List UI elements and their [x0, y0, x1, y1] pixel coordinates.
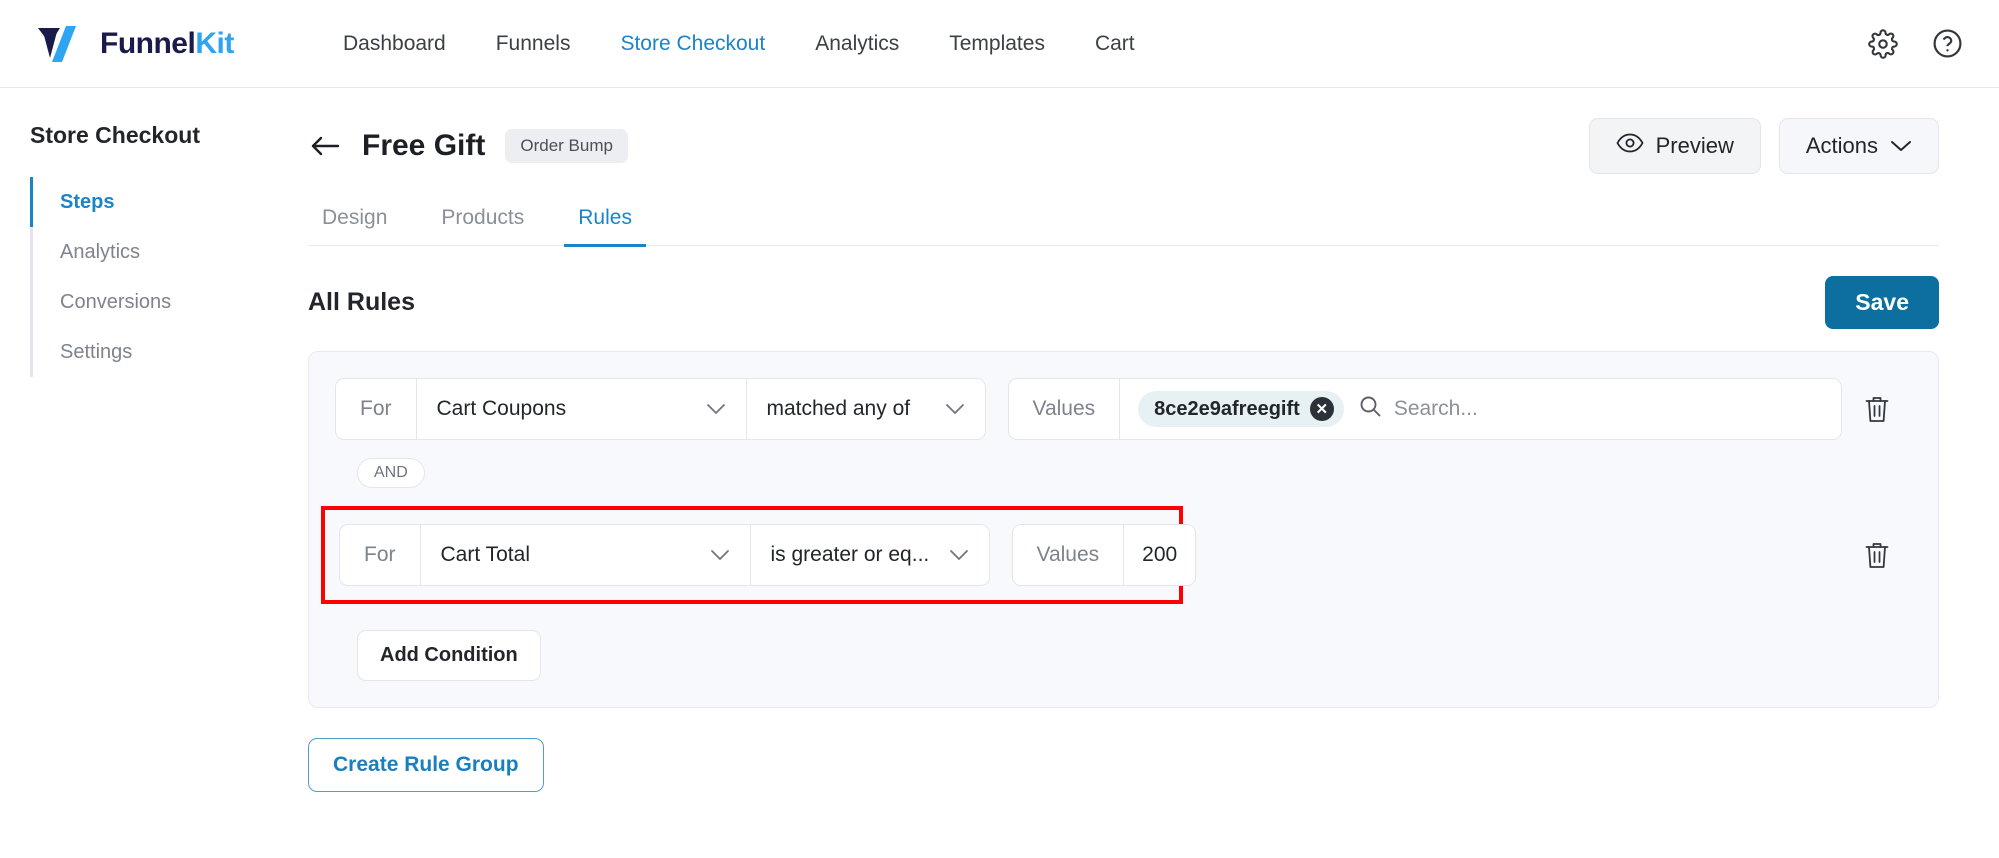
sidebar-item-settings[interactable]: Settings [30, 327, 300, 377]
help-circle-icon[interactable] [1932, 28, 1963, 59]
logo-wordmark: FunnelKit [100, 27, 234, 61]
condition-field-select[interactable]: Cart Coupons [415, 378, 746, 440]
nav-item-store-checkout[interactable]: Store Checkout [595, 22, 790, 66]
page-title: Free Gift [362, 129, 486, 162]
logo-word-kit: Kit [195, 26, 234, 60]
condition-field-select[interactable]: Cart Total [419, 524, 750, 586]
condition-operator-select[interactable]: is greater or eq... [749, 524, 990, 586]
nav-item-funnels[interactable]: Funnels [471, 22, 596, 66]
condition-operator-value: is greater or eq... [770, 543, 930, 566]
condition-controls: For Cart Coupons matched any of Values 8… [335, 378, 1842, 440]
values-input[interactable]: 200 [1123, 524, 1197, 586]
chevron-down-icon [949, 543, 969, 567]
highlight-annotation-box: For Cart Total is greater or eq... Value… [321, 506, 1197, 604]
condition-controls: For Cart Total is greater or eq... Value… [339, 524, 1197, 586]
rule-group-card: For Cart Coupons matched any of Values 8… [308, 351, 1939, 708]
values-label: Values [1011, 524, 1124, 586]
logo-word-funnel: Funnel [100, 26, 196, 60]
tab-design[interactable]: Design [308, 196, 401, 247]
top-navigation-bar: FunnelKit Dashboard Funnels Store Checko… [0, 0, 1999, 88]
sidebar-item-steps[interactable]: Steps [30, 177, 300, 227]
condition-row-wrapper: For Cart Total is greater or eq... Value… [321, 506, 1912, 604]
condition-row: For Cart Total is greater or eq... Value… [339, 524, 1197, 586]
actions-button-label: Actions [1805, 133, 1878, 158]
nav-item-templates[interactable]: Templates [924, 22, 1070, 66]
gear-icon[interactable] [1868, 28, 1898, 59]
and-badge: AND [357, 458, 425, 488]
save-button[interactable]: Save [1825, 276, 1939, 329]
condition-operator-value: matched any of [766, 397, 911, 420]
funnelkit-mark-icon [36, 24, 90, 64]
topbar-actions [1868, 28, 1963, 59]
sidebar: Store Checkout Steps Analytics Conversio… [0, 88, 300, 858]
primary-nav: Dashboard Funnels Store Checkout Analyti… [318, 22, 1160, 66]
chevron-down-icon [945, 397, 965, 421]
chevron-down-icon [710, 543, 730, 567]
eye-icon [1616, 133, 1644, 159]
values-search[interactable]: Search... [1358, 394, 1478, 424]
condition-row: For Cart Coupons matched any of Values 8… [335, 378, 1912, 440]
arrow-left-icon[interactable] [308, 132, 342, 160]
condition-field-value: Cart Coupons [436, 397, 567, 420]
for-label: For [335, 378, 416, 440]
nav-item-dashboard[interactable]: Dashboard [318, 22, 471, 66]
close-icon[interactable]: ✕ [1309, 397, 1334, 421]
add-condition-button[interactable]: Add Condition [357, 630, 541, 681]
delete-condition-button[interactable] [1842, 541, 1912, 570]
tab-products[interactable]: Products [427, 196, 538, 247]
funnelkit-logo[interactable]: FunnelKit [36, 24, 296, 64]
chevron-down-icon [1890, 133, 1912, 159]
condition-joiner: AND [335, 440, 1912, 506]
nav-item-cart[interactable]: Cart [1070, 22, 1160, 66]
rules-header: All Rules Save [308, 276, 1939, 329]
all-rules-heading: All Rules [308, 288, 415, 316]
step-tabs: Design Products Rules [308, 196, 1939, 247]
for-label: For [339, 524, 420, 586]
actions-button[interactable]: Actions [1778, 118, 1939, 174]
values-input[interactable]: 8ce2e9afreegift ✕ Search... [1119, 378, 1842, 440]
create-rule-group-button[interactable]: Create Rule Group [308, 738, 544, 792]
page-header: Free Gift Order Bump Preview Actions [300, 88, 1939, 174]
value-chip-label: 8ce2e9afreegift [1154, 397, 1300, 420]
delete-condition-button[interactable] [1842, 395, 1912, 424]
sidebar-item-analytics[interactable]: Analytics [30, 227, 300, 277]
status-badge: Order Bump [505, 129, 628, 163]
page-header-actions: Preview Actions [1588, 118, 1939, 174]
chevron-down-icon [706, 397, 726, 421]
value-chip: 8ce2e9afreegift ✕ [1138, 391, 1344, 427]
main-content: Free Gift Order Bump Preview Actions Des… [300, 88, 1999, 858]
values-input-value: 200 [1142, 543, 1178, 566]
sidebar-item-conversions[interactable]: Conversions [30, 277, 300, 327]
values-search-placeholder: Search... [1393, 397, 1478, 420]
preview-button-label: Preview [1655, 133, 1734, 158]
values-label: Values [1007, 378, 1120, 440]
sidebar-title: Store Checkout [30, 122, 200, 148]
tab-rules[interactable]: Rules [564, 196, 646, 247]
condition-field-value: Cart Total [440, 543, 531, 566]
nav-item-analytics[interactable]: Analytics [790, 22, 924, 66]
page-body: Store Checkout Steps Analytics Conversio… [0, 88, 1999, 858]
condition-operator-select[interactable]: matched any of [745, 378, 986, 440]
preview-button[interactable]: Preview [1588, 118, 1761, 174]
sidebar-nav: Steps Analytics Conversions Settings [30, 177, 300, 377]
search-icon [1358, 394, 1382, 424]
